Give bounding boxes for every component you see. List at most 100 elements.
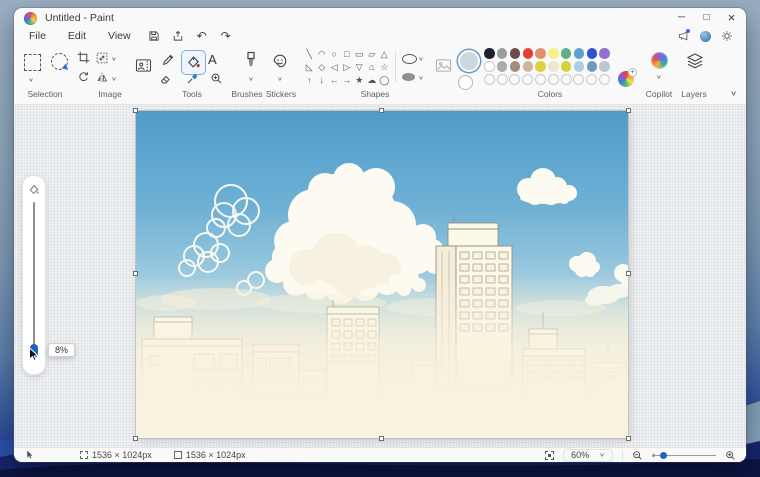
foreground-color-swatch[interactable] xyxy=(458,50,480,72)
custom-color-slot-4[interactable] xyxy=(535,74,546,85)
custom-color-slot-6[interactable] xyxy=(561,74,572,85)
palette-color-5[interactable] xyxy=(548,48,559,59)
shape-option-5[interactable]: ▱ xyxy=(366,48,379,61)
zoom-out-icon[interactable] xyxy=(632,450,643,461)
palette-color-11[interactable] xyxy=(497,61,508,72)
palette-color-13[interactable] xyxy=(523,61,534,72)
palette-color-9[interactable] xyxy=(599,48,610,59)
shape-option-10[interactable]: ▷ xyxy=(341,61,354,74)
custom-color-slot-2[interactable] xyxy=(509,74,520,85)
shape-option-18[interactable]: ★ xyxy=(353,74,366,87)
close-button[interactable]: × xyxy=(719,8,744,27)
custom-color-slot-8[interactable] xyxy=(586,74,597,85)
brush-icon[interactable] xyxy=(243,51,259,71)
shape-option-20[interactable]: ◯ xyxy=(378,74,391,87)
palette-color-2[interactable] xyxy=(510,48,521,59)
menu-item-view[interactable]: View xyxy=(97,30,142,42)
outline-chevron-icon[interactable]: ∨ xyxy=(418,56,424,62)
shape-option-0[interactable]: ╲ xyxy=(303,48,316,61)
palette-color-15[interactable] xyxy=(548,61,559,72)
stickers-chevron-icon[interactable]: ∨ xyxy=(277,76,283,82)
canvas-handle-w[interactable] xyxy=(133,271,138,276)
custom-color-slot-7[interactable] xyxy=(573,74,584,85)
palette-color-12[interactable] xyxy=(510,61,521,72)
menu-item-edit[interactable]: Edit xyxy=(57,30,97,42)
zoom-in-icon[interactable] xyxy=(725,450,736,461)
shape-option-12[interactable]: ⌂ xyxy=(366,61,379,74)
canvas-handle-nw[interactable] xyxy=(133,108,138,113)
shape-option-9[interactable]: ◁ xyxy=(328,61,341,74)
share-icon[interactable] xyxy=(166,29,190,44)
zoom-slider-thumb[interactable] xyxy=(660,452,667,459)
canvas-handle-ne[interactable] xyxy=(626,108,631,113)
brushes-chevron-icon[interactable]: ∨ xyxy=(248,76,254,82)
palette-color-19[interactable] xyxy=(599,61,610,72)
rotate-icon[interactable] xyxy=(77,71,90,84)
edit-colors-wheel-icon[interactable] xyxy=(618,71,634,87)
shape-option-3[interactable]: □ xyxy=(341,48,354,61)
shape-option-14[interactable]: ↑ xyxy=(303,74,316,87)
copilot-chevron-icon[interactable]: ∨ xyxy=(656,74,662,80)
canvas-handle-se[interactable] xyxy=(626,436,631,441)
account-globe-icon[interactable] xyxy=(694,29,716,44)
magnifier-tool-icon[interactable] xyxy=(210,72,223,85)
undo-icon[interactable]: ↶ xyxy=(190,29,214,44)
shape-option-7[interactable]: ◺ xyxy=(303,61,316,74)
palette-color-16[interactable] xyxy=(561,61,572,72)
canvas-handle-e[interactable] xyxy=(626,271,631,276)
resize-chevron-icon[interactable]: ∨ xyxy=(111,56,117,62)
pencil-icon[interactable] xyxy=(161,53,175,67)
resize-icon[interactable] xyxy=(96,52,108,64)
canvas-handle-sw[interactable] xyxy=(133,436,138,441)
palette-color-1[interactable] xyxy=(497,48,508,59)
custom-color-slot-5[interactable] xyxy=(548,74,559,85)
feedback-megaphone-icon[interactable] xyxy=(672,29,694,44)
custom-color-slot-9[interactable] xyxy=(599,74,610,85)
palette-color-10[interactable] xyxy=(484,61,495,72)
minimize-button[interactable]: ─ xyxy=(669,8,694,27)
maximize-button[interactable]: □ xyxy=(694,8,719,27)
shape-option-2[interactable]: ○ xyxy=(328,48,341,61)
shape-option-13[interactable]: ☆ xyxy=(378,61,391,74)
drawing-canvas[interactable] xyxy=(136,111,628,438)
palette-color-3[interactable] xyxy=(523,48,534,59)
save-icon[interactable] xyxy=(142,29,166,44)
fill-chevron-icon[interactable]: ∨ xyxy=(418,75,424,81)
palette-color-0[interactable] xyxy=(484,48,495,59)
shape-option-19[interactable]: ☁ xyxy=(366,74,379,87)
rectangle-select-icon[interactable] xyxy=(24,54,41,71)
settings-gear-icon[interactable] xyxy=(716,29,738,44)
copilot-icon[interactable] xyxy=(651,52,668,69)
shape-option-6[interactable]: △ xyxy=(378,48,391,61)
palette-color-4[interactable] xyxy=(535,48,546,59)
zoom-level-dropdown[interactable]: 60% ∨ xyxy=(563,449,613,462)
tolerance-slider-track[interactable] xyxy=(33,202,35,350)
crop-icon[interactable] xyxy=(77,51,90,64)
shape-option-4[interactable]: ▭ xyxy=(353,48,366,61)
palette-color-6[interactable] xyxy=(561,48,572,59)
text-tool-icon[interactable]: A xyxy=(208,52,217,67)
background-color-swatch[interactable] xyxy=(458,75,473,90)
ribbon-collapse-chevron-icon[interactable]: ∨ xyxy=(730,91,737,98)
palette-color-18[interactable] xyxy=(587,61,598,72)
shape-option-17[interactable]: → xyxy=(341,74,354,87)
palette-color-14[interactable] xyxy=(535,61,546,72)
shape-option-8[interactable]: ◇ xyxy=(316,61,329,74)
shape-option-11[interactable]: ▽ xyxy=(353,61,366,74)
selection-dropdown-chevron-icon[interactable]: ∨ xyxy=(28,77,34,83)
shape-outline-icon[interactable] xyxy=(402,54,417,64)
redo-icon[interactable]: ↷ xyxy=(214,29,238,44)
zoom-slider[interactable] xyxy=(652,451,716,459)
palette-color-17[interactable] xyxy=(574,61,585,72)
palette-color-8[interactable] xyxy=(587,48,598,59)
canvas-handle-n[interactable] xyxy=(379,108,384,113)
custom-color-slot-0[interactable] xyxy=(484,74,495,85)
layers-icon[interactable] xyxy=(686,52,704,70)
zoom-to-fit-icon[interactable] xyxy=(545,451,554,460)
sticker-icon[interactable] xyxy=(272,53,288,69)
canvas-handle-s[interactable] xyxy=(379,436,384,441)
shape-option-16[interactable]: ← xyxy=(328,74,341,87)
custom-color-slot-3[interactable] xyxy=(522,74,533,85)
shape-fill-icon[interactable] xyxy=(402,73,415,81)
shape-option-15[interactable]: ↓ xyxy=(316,74,329,87)
